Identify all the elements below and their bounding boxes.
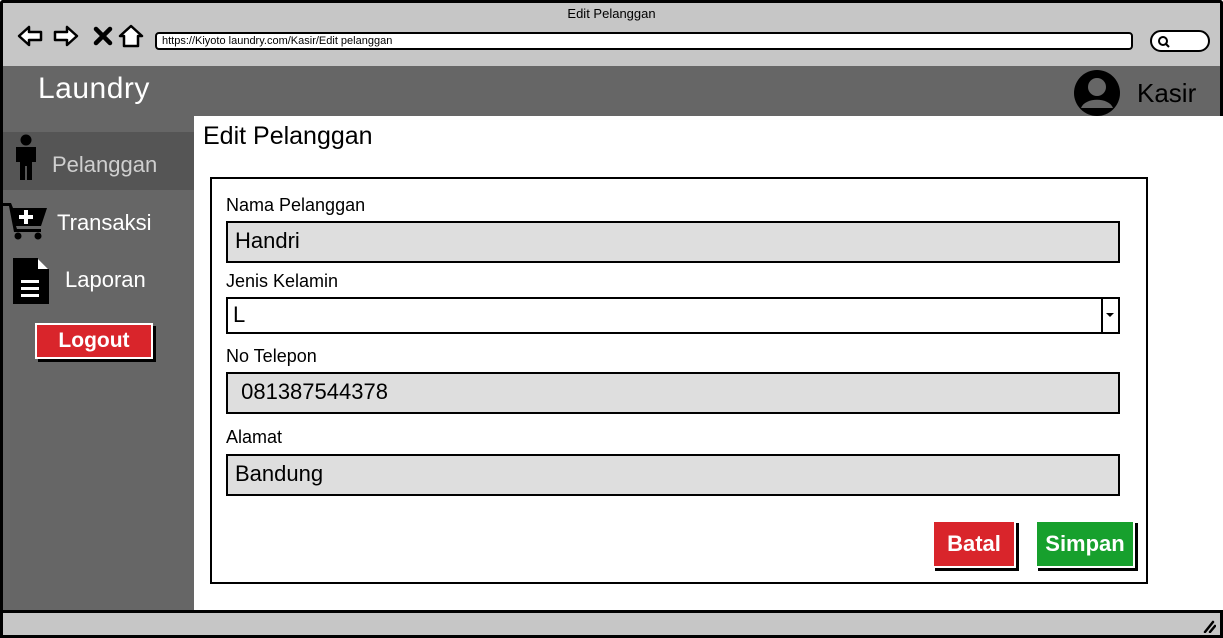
sidebar-item-label: Transaksi <box>57 210 152 235</box>
forward-icon[interactable] <box>52 22 80 50</box>
chevron-down-icon <box>1106 313 1114 317</box>
cancel-button[interactable]: Batal <box>932 520 1016 568</box>
search-icon <box>1158 36 1170 48</box>
home-icon[interactable] <box>117 22 145 50</box>
telepon-label: No Telepon <box>226 346 317 366</box>
alamat-input[interactable]: Bandung <box>226 454 1120 496</box>
document-icon <box>13 258 49 304</box>
app-header <box>0 66 1223 116</box>
status-bar <box>0 610 1223 638</box>
sidebar-item-laporan[interactable]: Laporan <box>3 252 194 310</box>
nama-input[interactable]: Handri <box>226 221 1120 263</box>
brand-title: Laundry <box>38 72 150 105</box>
jenis-kelamin-label: Jenis Kelamin <box>226 271 339 291</box>
window-title: Edit Pelanggan <box>567 6 656 21</box>
sidebar-item-pelanggan[interactable]: Pelanggan <box>3 132 194 190</box>
person-icon <box>16 134 36 180</box>
avatar-icon[interactable] <box>1072 68 1122 118</box>
jenis-kelamin-value: L <box>233 302 246 327</box>
cart-add-icon <box>3 203 47 240</box>
dropdown-toggle[interactable] <box>1101 299 1118 332</box>
browser-search[interactable] <box>1150 30 1210 52</box>
nama-label: Nama Pelanggan <box>226 195 366 215</box>
sidebar-item-label: Pelanggan <box>52 152 158 177</box>
logout-button[interactable]: Logout <box>35 323 153 359</box>
close-icon[interactable] <box>90 22 118 50</box>
jenis-kelamin-select[interactable]: L <box>226 297 1120 334</box>
back-icon[interactable] <box>16 22 44 50</box>
sidebar-item-transaksi[interactable]: Transaksi <box>3 192 194 250</box>
alamat-label: Alamat <box>226 427 283 447</box>
page-title: Edit Pelanggan <box>203 122 373 150</box>
user-name[interactable]: Kasir <box>1137 78 1196 109</box>
sidebar <box>0 116 194 610</box>
telepon-input[interactable]: 081387544378 <box>226 372 1120 414</box>
url-bar[interactable]: https://Kiyoto laundry.com/Kasir/Edit pe… <box>155 32 1133 50</box>
save-button[interactable]: Simpan <box>1035 520 1135 568</box>
sidebar-item-label: Laporan <box>65 267 146 292</box>
resize-grip-icon[interactable] <box>1200 617 1216 633</box>
